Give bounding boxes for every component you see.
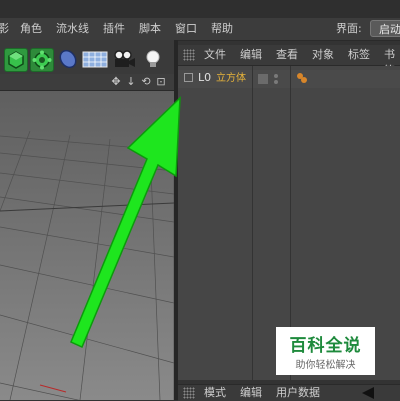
watermark-title: 百科全说 — [289, 336, 362, 356]
watermark-subtitle: 助你轻松解决 — [295, 360, 356, 371]
watermark-badge: 百科全说 助你轻松解决 — [276, 327, 375, 375]
